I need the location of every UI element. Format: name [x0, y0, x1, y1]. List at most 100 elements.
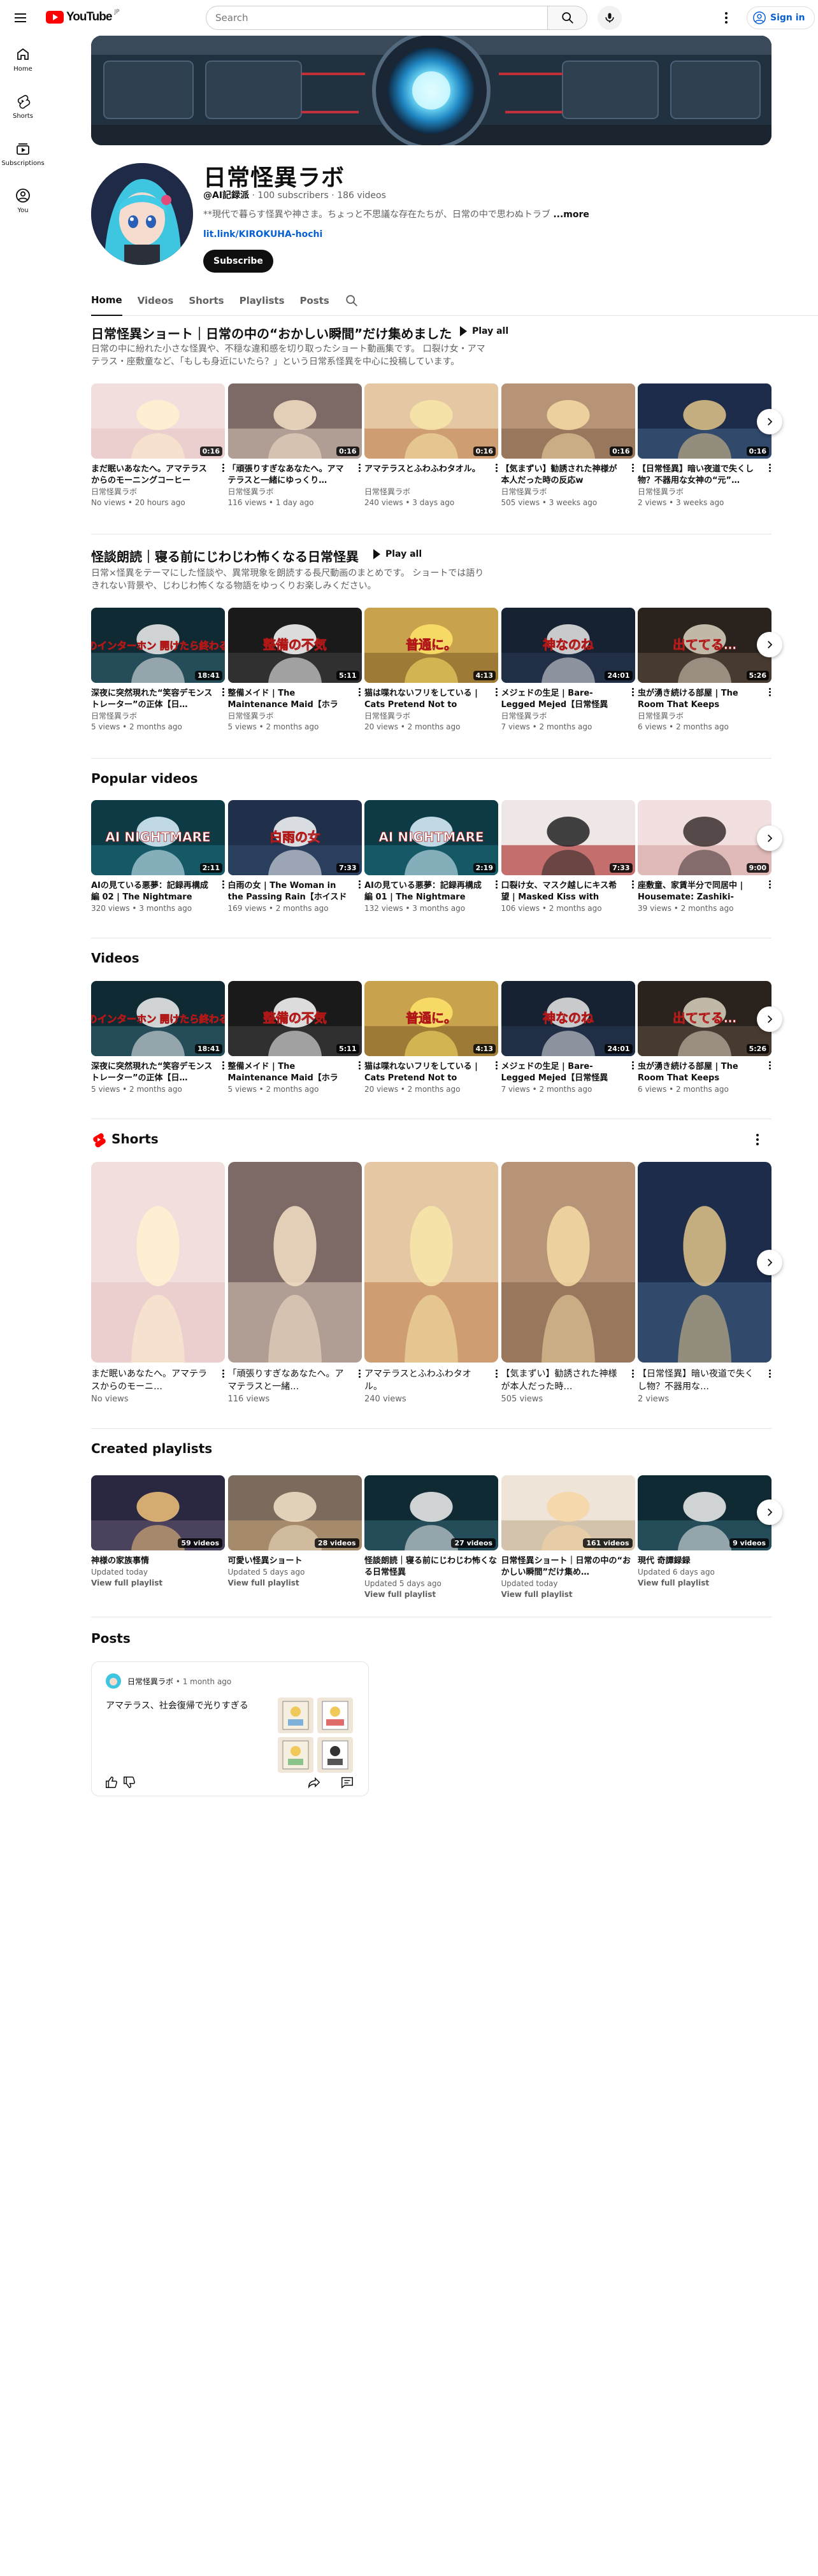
menu-icon[interactable]: [10, 8, 31, 28]
video-thumbnail[interactable]: 普通に。 4:13: [364, 981, 498, 1056]
video-menu-icon[interactable]: [221, 464, 225, 474]
video-menu-icon[interactable]: [631, 464, 635, 474]
tab-videos[interactable]: Videos: [138, 285, 174, 316]
video-thumbnail[interactable]: 出ててる… 5:26: [638, 981, 771, 1056]
short-menu-icon[interactable]: [494, 1370, 498, 1380]
guide-item-home[interactable]: Home: [0, 36, 46, 83]
video-thumbnail[interactable]: 0:16: [364, 383, 498, 459]
video-thumbnail[interactable]: 0:16: [91, 383, 225, 459]
playlist-title[interactable]: 現代 奇譚録録: [638, 1556, 771, 1567]
channel-search-icon[interactable]: [345, 294, 359, 308]
view-full-playlist-link[interactable]: View full playlist: [91, 1578, 225, 1589]
settings-more-icon[interactable]: [719, 10, 734, 25]
video-thumbnail[interactable]: 普通に。 4:13: [364, 608, 498, 683]
playlist-thumbnail[interactable]: 161 videos: [501, 1475, 635, 1550]
video-card[interactable]: 0:16 まだ眠いあなたへ。アマテラスからのモーニングコーヒー 日常怪異ラボ No v…: [91, 383, 225, 508]
post-card[interactable]: 日常怪異ラボ • 1 month ago アマテラス、社会復帰で光りすぎる: [91, 1661, 369, 1796]
video-card[interactable]: 神なのね 24:01 メジェドの生足 | Bare-Legged Mejed【日常怪…: [501, 981, 635, 1095]
video-title[interactable]: 口裂け女、マスク越しにキス希望 | Masked Kiss with the…: [501, 880, 625, 903]
video-card[interactable]: 0:16 【日常怪異】暗い夜道で失くし物？不器用な女神の“元”… 日常怪異ラボ 2 v…: [638, 383, 771, 508]
video-card[interactable]: 深夜のインターホン 開けたら終わるドア 18:41 深夜に突然現れた“笑容デモンスト…: [91, 608, 225, 733]
popular-title[interactable]: Popular videos: [91, 771, 198, 786]
video-title[interactable]: 虫が湧き続ける部屋 | The Room That Keeps Breeding…: [638, 688, 761, 711]
more-link[interactable]: ...more: [553, 210, 589, 220]
video-channel[interactable]: 日常怪異ラボ: [501, 487, 635, 497]
video-card[interactable]: 普通に。 4:13 猫は喋れないフリをしている | Cats Pretend Not…: [364, 608, 498, 733]
shorts-more-icon[interactable]: [756, 1134, 759, 1145]
short-title[interactable]: 「頑張りすぎなあなたへ。アマテラスと一緒…: [228, 1368, 349, 1393]
video-menu-icon[interactable]: [768, 880, 771, 891]
video-menu-icon[interactable]: [221, 880, 225, 891]
view-full-playlist-link[interactable]: View full playlist: [638, 1578, 771, 1589]
video-title[interactable]: 【気まずい】勧誘された神様が本人だった時の反応w: [501, 464, 625, 487]
shorts-title[interactable]: Shorts: [111, 1131, 159, 1147]
tab-playlists[interactable]: Playlists: [240, 285, 285, 316]
youtube-logo[interactable]: YouTube JP: [46, 9, 120, 24]
playlist-title[interactable]: 怪談朗読｜寝る前にじわじわ怖くなる日常怪異: [364, 1556, 498, 1578]
playlist-card[interactable]: 9 videos 現代 奇譚録録 Updated 6 days ago View fu…: [638, 1471, 771, 1589]
video-thumbnail[interactable]: AI NIGHTMARE 2:19: [364, 800, 498, 875]
video-card[interactable]: 整備の不気 5:11 整備メイド | The Maintenance Maid【ホラ…: [227, 608, 362, 733]
like-icon[interactable]: [104, 1775, 118, 1789]
video-menu-icon[interactable]: [358, 688, 362, 698]
shorts-next-button[interactable]: [757, 1250, 782, 1275]
video-channel[interactable]: 日常怪異ラボ: [228, 487, 362, 497]
video-channel[interactable]: 日常怪異ラボ: [638, 487, 771, 497]
voice-search-button[interactable]: [598, 6, 622, 30]
video-menu-icon[interactable]: [631, 688, 635, 698]
video-card[interactable]: 9:00 座敷童、家賃半分で同居中 | Housemate: Zashiki-Wa…: [638, 800, 771, 914]
video-card[interactable]: 神なのね 24:01 メジェドの生足 | Bare-Legged Mejed【日常怪…: [501, 608, 635, 733]
video-thumbnail[interactable]: 深夜のインターホン 開けたら終わるドア 18:41: [91, 981, 225, 1056]
video-menu-icon[interactable]: [494, 880, 498, 891]
view-full-playlist-link[interactable]: View full playlist: [228, 1578, 362, 1589]
shelf1-next-button[interactable]: [757, 409, 782, 434]
posts-title[interactable]: Posts: [91, 1631, 131, 1646]
post-image-grid[interactable]: [278, 1698, 354, 1773]
playlist-card[interactable]: 28 videos 可愛い怪異ショート Updated 5 days ago View…: [227, 1471, 362, 1589]
video-channel[interactable]: 日常怪異ラボ: [228, 711, 362, 722]
view-full-playlist-link[interactable]: View full playlist: [364, 1589, 498, 1600]
video-title[interactable]: まだ眠いあなたへ。アマテラスからのモーニングコーヒー: [91, 464, 215, 487]
video-title[interactable]: 深夜に突然現れた“笑容デモンストレーター”の正体【日…: [91, 1061, 215, 1084]
video-card[interactable]: 深夜のインターホン 開けたら終わるドア 18:41 深夜に突然現れた“笑容デモンスト…: [91, 981, 225, 1095]
video-menu-icon[interactable]: [358, 464, 362, 474]
tab-posts[interactable]: Posts: [300, 285, 329, 316]
video-thumbnail[interactable]: 整備の不気 5:11: [227, 608, 362, 683]
view-full-playlist-link[interactable]: View full playlist: [501, 1589, 635, 1600]
share-icon[interactable]: [307, 1775, 321, 1789]
short-menu-icon[interactable]: [631, 1370, 635, 1380]
short-card[interactable]: 【気まずい】勧誘された神様が本人だった時… 505 views: [501, 1162, 635, 1404]
search-button[interactable]: [548, 6, 587, 30]
video-channel[interactable]: 日常怪異ラボ: [501, 711, 635, 722]
video-thumbnail[interactable]: 白雨の女 7:33: [227, 800, 362, 875]
video-channel[interactable]: 日常怪異ラボ: [364, 487, 498, 497]
guide-item-shorts[interactable]: Shorts: [0, 83, 46, 130]
video-channel[interactable]: 日常怪異ラボ: [91, 487, 225, 497]
video-title[interactable]: 【日常怪異】暗い夜道で失くし物？不器用な女神の“元”…: [638, 464, 761, 487]
search-input[interactable]: Search: [206, 6, 548, 30]
video-title[interactable]: 整備メイド | The Maintenance Maid【ホラー…: [228, 1061, 352, 1084]
video-menu-icon[interactable]: [221, 1061, 225, 1071]
short-card[interactable]: 【日常怪異】暗い夜道で失くし物？不器用な… 2 views: [638, 1162, 771, 1404]
video-card[interactable]: 7:33 口裂け女、マスク越しにキス希望 | Masked Kiss with t…: [501, 800, 635, 914]
video-thumbnail[interactable]: 整備の不気 5:11: [227, 981, 362, 1056]
playlists-title[interactable]: Created playlists: [91, 1441, 212, 1456]
video-menu-icon[interactable]: [494, 1061, 498, 1071]
videos-title[interactable]: Videos: [91, 950, 140, 966]
tab-shorts[interactable]: Shorts: [189, 285, 224, 316]
playlist-card[interactable]: 27 videos 怪談朗読｜寝る前にじわじわ怖くなる日常怪異 Updated 5 …: [364, 1471, 498, 1600]
video-title[interactable]: 座敷童、家賃半分で同居中 | Housemate: Zashiki-Waras…: [638, 880, 761, 903]
video-channel[interactable]: 日常怪異ラボ: [638, 711, 771, 722]
video-thumbnail[interactable]: 0:16: [638, 383, 771, 459]
short-thumbnail[interactable]: [501, 1162, 635, 1363]
video-thumbnail[interactable]: 0:16: [501, 383, 635, 459]
video-title[interactable]: メジェドの生足 | Bare-Legged Mejed【日常怪異 現…: [501, 1061, 625, 1084]
videos-next-button[interactable]: [757, 1006, 782, 1032]
playlist-title[interactable]: 神様の家族事情: [91, 1556, 225, 1567]
playlists-next-button[interactable]: [757, 1499, 782, 1525]
short-card[interactable]: アマテラスとふわふわタオル。 240 views: [364, 1162, 498, 1404]
video-menu-icon[interactable]: [494, 688, 498, 698]
video-card[interactable]: 白雨の女 7:33 白雨の女 | The Woman in the Passing …: [227, 800, 362, 914]
short-thumbnail[interactable]: [91, 1162, 225, 1363]
video-title[interactable]: アマテラスとふわふわタオル。: [364, 464, 488, 487]
